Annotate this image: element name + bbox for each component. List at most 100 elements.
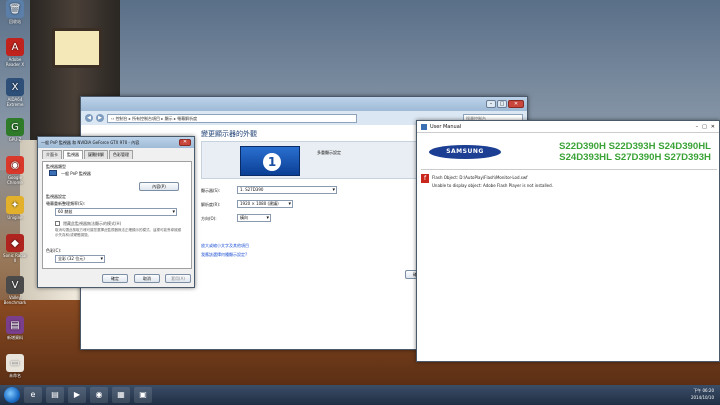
clock-time: 下午 06:20 [693,388,714,393]
refresh-rate-label: 螢幕重新整理頻率(S): [46,201,86,206]
desktop-icon[interactable]: A Adobe Reader X [2,38,28,67]
display-settings-taskbar-icon[interactable]: ▣ [134,387,152,403]
desktop-icon-label: Valley Benchmark [3,295,27,305]
color-label: 色彩(C): [46,248,62,253]
desktop-icon-label: 未命名 [9,373,21,378]
gpuz-icon: G [6,118,24,136]
desktop-icon-label: 回收站 [9,19,21,24]
control-panel-taskbar-icon[interactable]: ▦ [112,387,130,403]
hide-modes-label: 隱藏此監視器無法顯示的模式(H) [63,221,122,226]
monitor-icon [49,170,57,176]
chrome-icon: ◉ [6,156,24,174]
model-list: S22D390H S22D393H S24D390HL S24D393HL S2… [521,141,711,163]
orientation-select[interactable]: 橫向 [237,214,271,222]
taskbar-items: e ▤ ▶ ◉ ▦ ▣ [20,387,152,403]
new-data-icon: ▤ [6,316,24,334]
tab-3[interactable]: 色彩管理 [109,150,133,159]
hide-modes-hint: 取消勾選此核取方塊可讓您選擇此監視器無法正確顯示的模式。這樣可能會導致顯示失真和… [55,228,181,237]
properties-tabs: 介面卡 監視器 疑難排解 色彩管理 [38,148,194,159]
back-arrow-icon[interactable]: ◀ [85,114,93,122]
orientation-label: 方向(O): [201,216,217,221]
monitor-number: 1 [263,153,281,171]
desktop-icon[interactable]: ◆ Sonic Radar II [2,234,28,263]
untitled-file-icon: ▭ [6,354,24,372]
adobe-reader-icon: A [6,38,24,56]
model-line-1: S22D390H S22D393H S24D390HL [559,141,711,152]
system-clock[interactable]: 下午 06:20 2014/10/10 [691,387,714,401]
monitor-settings-label: 監視器設定 [46,194,66,199]
close-button[interactable]: ✕ [711,124,715,130]
minimize-button[interactable]: – [486,100,496,108]
model-line-2: S24D393HL S27D390H S27D393H [559,152,711,163]
desktop-icon[interactable]: ✦ Unigine [2,196,28,220]
color-depth-select[interactable]: 全彩 (32 位元) [55,255,105,263]
desktop-icon[interactable]: ▭ 未命名 [2,354,28,379]
monitor-properties-dialog[interactable]: 一般 PnP 監視器 和 NVIDIA GeForce GTX 970 - 內容… [37,136,195,288]
properties-button[interactable]: 內容(P) [139,182,179,191]
chrome-taskbar-icon[interactable]: ◉ [90,387,108,403]
cancel-button[interactable]: 取消 [134,274,160,283]
display-help-link[interactable]: 我應該選擇何種顯示設定? [201,252,247,258]
monitor-tab-panel: 監視器類型 一般 PnP 監視器 內容(P) 監視器設定 螢幕重新整理頻率(S)… [42,161,192,269]
apply-button[interactable]: 套用(A) [165,274,191,283]
tab-1[interactable]: 監視器 [63,150,83,159]
taskbar: e ▤ ▶ ◉ ▦ ▣ 下午 06:20 2014/10/10 [0,385,720,405]
tab-2[interactable]: 疑難排解 [84,150,108,159]
desktop-icon[interactable]: X AIDA64 Extreme [2,78,28,107]
tab-0[interactable]: 介面卡 [42,150,62,159]
valley-icon: V [6,276,24,294]
wallpaper-lighthouse-window [52,28,102,68]
user-manual-title: User Manual [430,123,462,130]
display-label: 顯示器(S): [201,188,221,193]
desktop-icon[interactable]: G GPU-Z [2,118,28,142]
media-player-icon[interactable]: ▶ [68,387,86,403]
close-button[interactable]: ✕ [508,100,524,108]
divider [421,169,717,170]
desktop-icon[interactable]: 🗑 回收站 [2,0,28,25]
close-button[interactable]: ✕ [179,139,191,146]
desktop-icon[interactable]: ◉ Google Chrome [2,156,28,185]
page-title: 變更顯示器的外觀 [201,130,257,138]
flash-object-line: Flash Object: D:\AutoPlay\Flash\Monitor-… [432,175,528,180]
monitor-name: 一般 PnP 監視器 [61,171,91,176]
aida64-icon: X [6,78,24,96]
maximize-button[interactable]: □ [497,100,507,108]
user-manual-titlebar[interactable]: User Manual – □ ✕ [417,121,719,133]
samsung-logo: SAMSUNG [429,145,501,159]
forward-arrow-icon[interactable]: ▶ [96,114,104,122]
resolution-select[interactable]: 1920 × 1080 (建議) [237,200,293,208]
hide-modes-checkbox[interactable] [55,221,60,226]
display-select[interactable]: 1. S27D390 [237,186,337,194]
desktop-icon-label: AIDA64 Extreme [6,97,24,107]
flash-error-icon: f [421,174,429,183]
app-icon [421,123,427,130]
sonic-radar-icon: ◆ [6,234,24,252]
desktop-icon-label: Sonic Radar II [3,253,27,263]
properties-title: 一般 PnP 監視器 和 NVIDIA GeForce GTX 970 - 內容 [41,139,140,145]
maximize-button[interactable]: □ [702,124,707,130]
address-bar[interactable]: ‹‹ 控制台 ▸ 所有控制台項目 ▸ 顯示 ▸ 螢幕解析度 [107,113,357,123]
user-manual-window[interactable]: User Manual – □ ✕ SAMSUNG S22D390H S22D3… [416,120,720,362]
multi-display-hint: 多重顯示設定 [317,150,341,155]
monitor-1[interactable]: 1 [240,146,300,176]
text-size-link[interactable]: 放大或縮小文字及其他項目 [201,243,249,249]
file-explorer-icon[interactable]: ▤ [46,387,64,403]
desktop-icon-label: GPU-Z [8,137,22,142]
start-button[interactable] [4,387,20,403]
resolution-label: 解析度(R): [201,202,221,207]
properties-titlebar[interactable]: 一般 PnP 監視器 和 NVIDIA GeForce GTX 970 - 內容… [38,137,194,148]
unigine-icon: ✦ [6,196,24,214]
recycle-bin-icon: 🗑 [6,0,24,18]
desktop-icon[interactable]: ▤ 新增資料 [2,316,28,341]
ie-icon[interactable]: e [24,387,42,403]
display-settings-titlebar[interactable]: – □ ✕ [81,97,527,111]
refresh-rate-select[interactable]: 60 赫茲 [55,208,177,216]
ok-button[interactable]: 確定 [102,274,128,283]
minimize-button[interactable]: – [696,124,699,130]
desktop-icon[interactable]: V Valley Benchmark [2,276,28,305]
desktop-icon-label: Adobe Reader X [5,57,25,67]
desktop-icon-label: Google Chrome [7,175,23,185]
desktop-icon-label: Unigine [7,215,23,220]
flash-error-line: Unable to display object: Adobe Flash Pl… [432,183,553,188]
clock-date: 2014/10/10 [690,395,714,400]
